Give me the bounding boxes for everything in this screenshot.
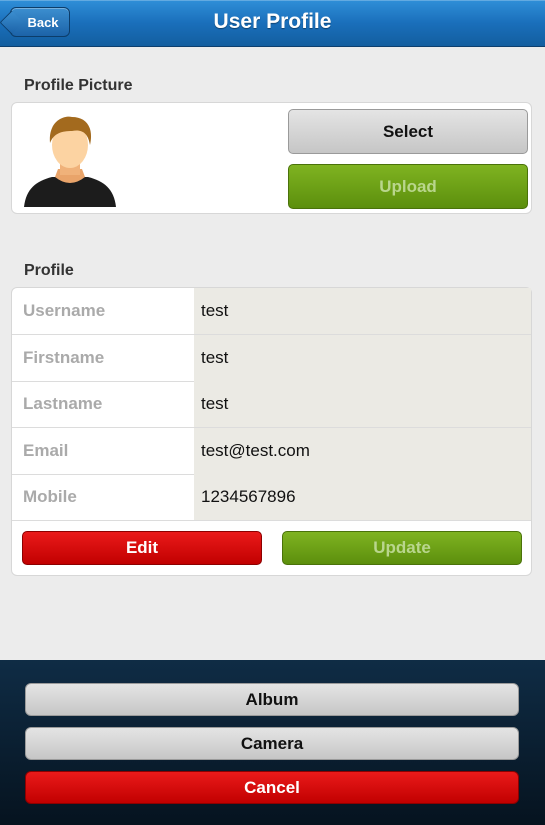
album-button-label: Album [245, 689, 299, 709]
profile-picture-card: Select Upload [11, 102, 532, 214]
upload-picture-button[interactable]: Upload [288, 164, 528, 209]
camera-button-label: Camera [240, 733, 304, 753]
lastname-value: test [201, 394, 229, 413]
lastname-label: Lastname [23, 394, 103, 413]
update-button-label: Update [373, 538, 431, 557]
username-field[interactable]: test [194, 288, 531, 334]
select-picture-button[interactable]: Select [288, 109, 528, 154]
email-label: Email [23, 441, 69, 460]
firstname-value: test [201, 348, 229, 367]
profile-card: Username test Firstname test Lastname te… [11, 287, 532, 576]
app-header: Back User Profile [0, 0, 545, 47]
cancel-button-label: Cancel [244, 777, 300, 797]
edit-button-label: Edit [125, 538, 159, 557]
email-field[interactable]: test@test.com [194, 428, 531, 474]
lastname-field[interactable]: test [194, 381, 531, 427]
username-row: Username test [12, 288, 531, 335]
mobile-value: 1234567896 [201, 487, 296, 506]
firstname-field[interactable]: test [194, 335, 531, 381]
profile-heading: Profile [24, 262, 74, 279]
album-button[interactable]: Album [25, 683, 519, 716]
username-value: test [201, 301, 229, 320]
username-label: Username [23, 301, 106, 320]
select-button-label: Select [382, 121, 434, 141]
photo-source-action-sheet: Album Camera Cancel [0, 660, 545, 825]
firstname-label: Firstname [23, 348, 105, 367]
camera-button[interactable]: Camera [25, 727, 519, 760]
mobile-label: Mobile [23, 487, 77, 506]
edit-button[interactable]: Edit [22, 531, 262, 565]
firstname-row: Firstname test [12, 335, 531, 382]
profile-picture-heading: Profile Picture [24, 77, 133, 94]
update-button[interactable]: Update [282, 531, 522, 565]
back-button-label: Back [27, 14, 59, 30]
cancel-button[interactable]: Cancel [25, 771, 519, 804]
mobile-field[interactable]: 1234567896 [194, 474, 531, 520]
email-value: test@test.com [201, 441, 310, 460]
email-row: Email test@test.com [12, 428, 531, 475]
lastname-row: Lastname test [12, 381, 531, 428]
page-title: User Profile [213, 10, 332, 33]
mobile-row: Mobile 1234567896 [12, 474, 531, 521]
upload-button-label: Upload [379, 176, 437, 196]
user-avatar-icon [24, 116, 116, 207]
